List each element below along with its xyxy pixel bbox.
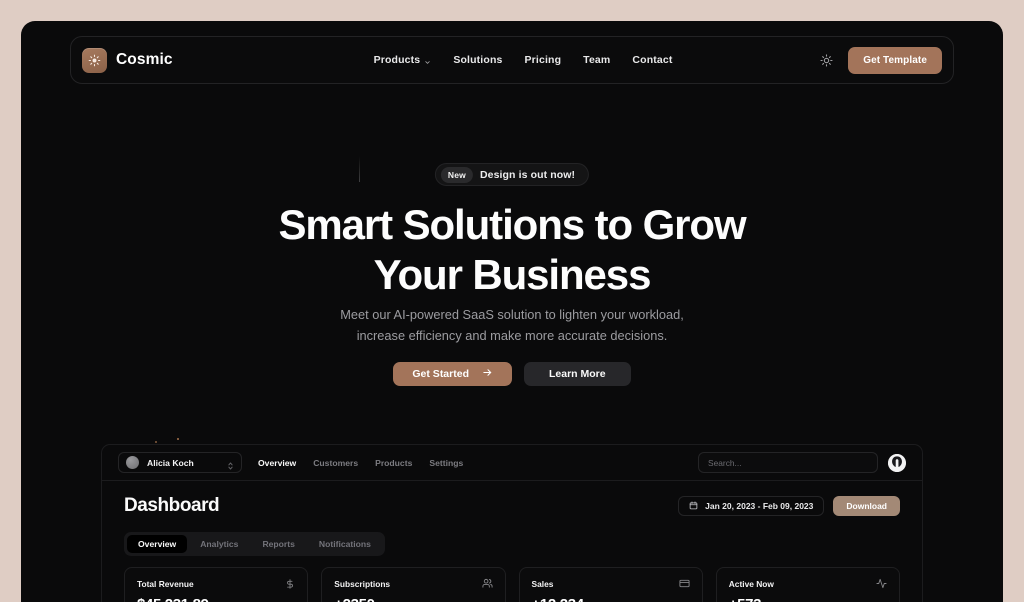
dashboard-body: Dashboard Jan 20, 2023 - Feb 09, 2023 Do…	[102, 481, 922, 602]
date-range-label: Jan 20, 2023 - Feb 09, 2023	[705, 501, 814, 511]
announcement-badge[interactable]: New Design is out now!	[434, 163, 590, 186]
stat-card-label: Sales	[531, 578, 554, 589]
tab-reports[interactable]: Reports	[251, 535, 305, 553]
brand-name: Cosmic	[116, 51, 173, 68]
stat-card-value: +573	[729, 596, 887, 602]
search-placeholder: Search...	[708, 457, 742, 468]
users-icon	[481, 578, 493, 589]
dashboard-preview: Alicia Koch Overview Customers Products …	[101, 444, 923, 602]
tab-overview[interactable]: Overview	[127, 535, 188, 553]
arrow-right-icon	[482, 367, 493, 381]
nav-link-contact[interactable]: Contact	[632, 54, 672, 66]
top-navbar: Cosmic Products Solutions Pricing Team C…	[70, 36, 954, 84]
activity-icon	[876, 578, 887, 589]
stat-card-label: Total Revenue	[137, 578, 194, 589]
dashboard-nav-settings[interactable]: Settings	[429, 458, 463, 468]
credit-card-icon	[679, 578, 690, 589]
stat-card-header: Total Revenue	[137, 578, 295, 589]
dashboard-title: Dashboard	[124, 495, 220, 516]
headline-line-1: Smart Solutions to Grow	[278, 201, 746, 248]
dashboard-nav-overview[interactable]: Overview	[258, 458, 296, 468]
headline-line-2: Your Business	[373, 251, 652, 298]
nav-link-products[interactable]: Products	[374, 54, 432, 66]
badge-text: Design is out now!	[479, 168, 576, 181]
hero-cta-row: Get Started Learn More	[21, 362, 1003, 386]
stat-card-sales: Sales +12,234	[518, 567, 703, 602]
stat-card-total-revenue: Total Revenue $45,231.89	[124, 567, 309, 602]
stat-card-grid: Total Revenue $45,231.89 Subscriptions	[124, 567, 900, 602]
date-range-picker[interactable]: Jan 20, 2023 - Feb 09, 2023	[678, 496, 825, 516]
dollar-icon	[284, 578, 295, 589]
stat-card-header: Sales	[532, 578, 690, 589]
avatar-glyph	[888, 453, 906, 472]
subtitle-line-1: Meet our AI-powered SaaS solution to lig…	[340, 307, 684, 322]
get-template-button[interactable]: Get Template	[848, 46, 942, 74]
search-input[interactable]: Search...	[698, 452, 878, 473]
user-avatar[interactable]	[888, 453, 906, 472]
team-switcher-label: Alicia Koch	[147, 457, 194, 468]
dashboard-nav-customers[interactable]: Customers	[313, 458, 358, 468]
stat-card-value: +12,234	[532, 596, 690, 602]
stat-card-active-now: Active Now +573	[715, 567, 900, 602]
page-title: Smart Solutions to Grow Your Business	[21, 204, 1003, 296]
stat-card-value: $45,231.89	[137, 596, 295, 602]
hero-subtitle: Meet our AI-powered SaaS solution to lig…	[21, 304, 1003, 346]
chevron-down-icon	[424, 57, 431, 64]
stat-card-label: Active Now	[728, 578, 774, 589]
navbar-actions: Get Template	[818, 46, 942, 74]
tab-notifications[interactable]: Notifications	[308, 535, 382, 553]
get-started-button[interactable]: Get Started	[393, 362, 512, 386]
nav-link-team[interactable]: Team	[583, 54, 610, 66]
chevrons-up-down-icon	[227, 458, 234, 470]
brand-logo[interactable]: Cosmic	[82, 47, 173, 73]
nav-link-solutions[interactable]: Solutions	[453, 54, 502, 66]
nav-link-pricing[interactable]: Pricing	[525, 54, 562, 66]
nav-link-products-label: Products	[373, 54, 421, 66]
dashboard-topbar-actions: Search...	[698, 452, 906, 473]
stat-card-header: Subscriptions	[334, 578, 493, 589]
stat-card-header: Active Now	[729, 578, 887, 589]
sun-icon[interactable]	[818, 52, 834, 68]
stat-card-label: Subscriptions	[334, 578, 391, 589]
badge-new-pill: New	[440, 166, 473, 183]
learn-more-button[interactable]: Learn More	[524, 362, 631, 386]
nav-links: Products Solutions Pricing Team Contact	[374, 54, 673, 66]
browser-panel: Cosmic Products Solutions Pricing Team C…	[21, 21, 1003, 602]
subtitle-line-2: increase efficiency and make more accura…	[356, 328, 668, 344]
calendar-icon	[689, 497, 698, 515]
dashboard-header-row: Dashboard Jan 20, 2023 - Feb 09, 2023 Do…	[124, 495, 900, 517]
hero-divider	[359, 156, 360, 182]
dashboard-nav: Overview Customers Products Settings	[258, 458, 463, 468]
get-started-label: Get Started	[412, 368, 469, 380]
dashboard-header-actions: Jan 20, 2023 - Feb 09, 2023 Download	[678, 496, 900, 516]
dashboard-topbar: Alicia Koch Overview Customers Products …	[102, 445, 922, 481]
dashboard-nav-products[interactable]: Products	[375, 458, 412, 468]
team-switcher[interactable]: Alicia Koch	[118, 452, 242, 473]
avatar	[126, 456, 139, 469]
dashboard-tabbar: Overview Analytics Reports Notifications	[124, 532, 385, 556]
stat-card-subscriptions: Subscriptions +2350	[321, 567, 506, 602]
stat-card-value: +2350	[334, 596, 492, 602]
sun-sparkle-icon	[82, 47, 107, 73]
tab-analytics[interactable]: Analytics	[189, 535, 249, 553]
download-button[interactable]: Download	[833, 496, 900, 516]
